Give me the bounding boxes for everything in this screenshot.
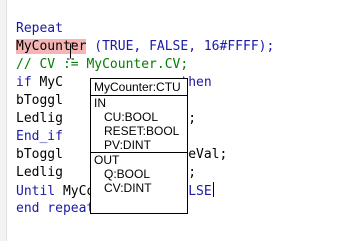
- tooltip-outputs-section: OUT Q:BOOL CV:DINT: [91, 152, 187, 195]
- text-caret: [212, 182, 214, 197]
- tooltip-inputs-section: IN CU:BOOL RESET:BOOL PV:DINT: [91, 96, 187, 152]
- code-editor[interactable]: Repeat MyCounter (TRUE, FALSE, 16#FFFF); /…: [0, 0, 355, 241]
- tooltip-input-item: RESET:BOOL: [104, 124, 180, 138]
- code-line[interactable]: // CV := MyCounter.CV;: [16, 56, 274, 74]
- ibeam-cursor-icon: [67, 42, 74, 60]
- code-token: MyC: [31, 75, 63, 90]
- code-token: End_if: [16, 129, 63, 144]
- code-token: Repeat: [16, 21, 63, 36]
- code-line[interactable]: MyCounter (TRUE, FALSE, 16#FFFF);: [16, 38, 274, 56]
- tooltip-inputs-label: IN: [94, 96, 106, 110]
- tooltip-output-item: Q:BOOL: [104, 167, 151, 181]
- tooltip-title: MyCounter:CTU: [91, 79, 187, 96]
- code-token: Ledlig: [16, 165, 63, 180]
- code-token: Until: [16, 184, 56, 199]
- code-line[interactable]: Repeat: [16, 20, 274, 38]
- code-token: bToggl: [16, 147, 63, 162]
- tooltip-output-item: CV:DINT: [104, 181, 152, 195]
- code-token: MyCounter: [16, 39, 87, 54]
- code-token: bToggl: [16, 93, 63, 108]
- code-token: Ledlig: [16, 111, 63, 126]
- code-token: end repeat: [16, 201, 95, 216]
- tooltip-input-item: PV:DINT: [104, 138, 151, 152]
- tooltip-input-item: CU:BOOL: [104, 110, 159, 124]
- code-token: // CV := MyCounter.CV;: [16, 57, 189, 72]
- parameter-info-tooltip: MyCounter:CTU IN CU:BOOL RESET:BOOL PV:D…: [90, 78, 188, 214]
- editor-gutter: [0, 0, 7, 241]
- code-token: if: [16, 75, 32, 90]
- code-token: (TRUE, FALSE, 16#FFFF);: [94, 39, 275, 54]
- tooltip-outputs-label: OUT: [94, 153, 120, 167]
